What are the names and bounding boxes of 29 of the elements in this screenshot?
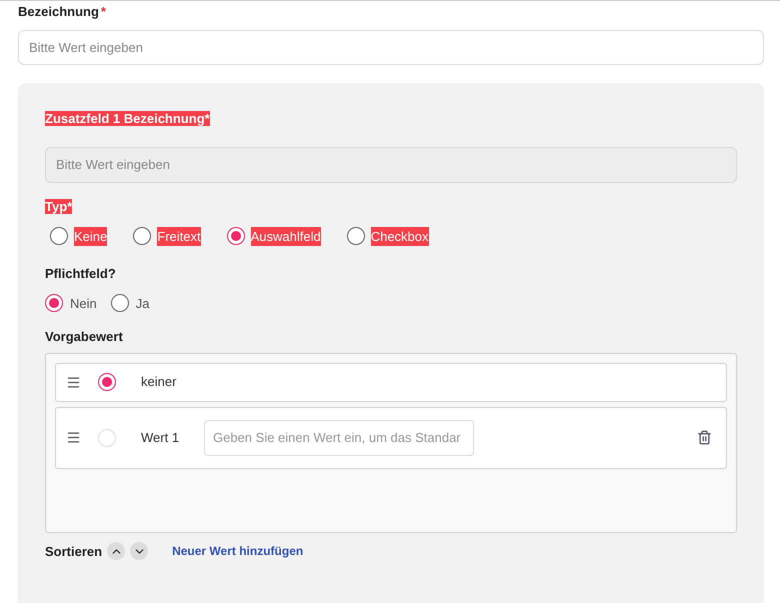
field-label: Vorgabewert: [45, 329, 123, 344]
radio-label[interactable]: Ja: [136, 294, 150, 313]
field-label: Zusatzfeld 1 Bezeichnung*: [45, 110, 210, 126]
move-up-button[interactable]: [107, 542, 126, 560]
input-field[interactable]: Geben Sie einen Wert ein, um das Standar: [204, 420, 474, 456]
input-field[interactable]: Bitte Wert eingeben: [45, 146, 737, 182]
add-value-link[interactable]: Neuer Wert hinzufügen: [172, 542, 304, 560]
input-field[interactable]: Bitte Wert eingeben: [18, 30, 764, 64]
delete-icon[interactable]: [697, 430, 712, 445]
value-label: Wert 1: [141, 428, 180, 447]
radio-button[interactable]: [226, 227, 245, 246]
required-mark: *: [100, 4, 106, 19]
radio-button[interactable]: [98, 373, 116, 391]
radio-button[interactable]: [110, 294, 129, 312]
radio-button[interactable]: [346, 227, 365, 246]
radio-button[interactable]: [133, 227, 152, 246]
radio-label[interactable]: Checkbox: [370, 226, 429, 246]
field-label: Pflichtfeld?: [45, 266, 116, 281]
radio-button[interactable]: [45, 294, 63, 312]
radio-label[interactable]: Nein: [70, 294, 97, 313]
radio-label[interactable]: Freitext: [157, 226, 201, 246]
radio-label[interactable]: Keine: [74, 226, 108, 246]
drag-handle-icon[interactable]: [66, 374, 81, 390]
value-label: keiner: [141, 373, 178, 392]
field-label: Bezeichnung: [18, 4, 99, 19]
move-down-button[interactable]: [130, 542, 148, 560]
drag-handle-icon[interactable]: [66, 430, 81, 445]
radio-button[interactable]: [50, 227, 68, 246]
sort-label: Sortieren: [45, 542, 102, 560]
